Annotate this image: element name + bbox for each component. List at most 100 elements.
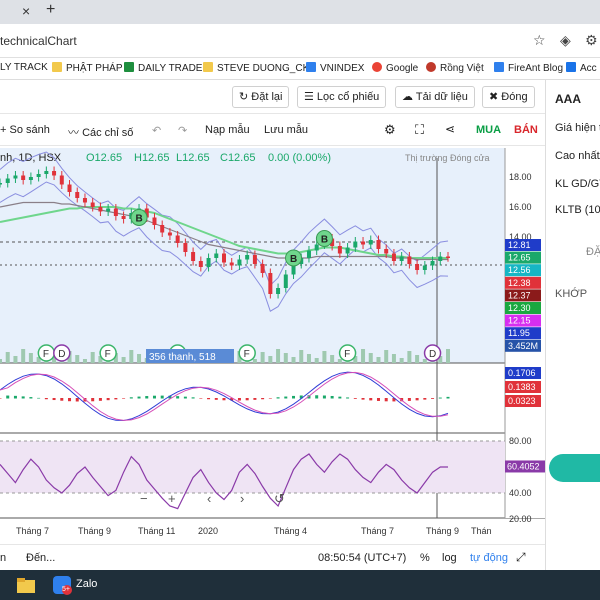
bookmark-item[interactable]: FireAnt Blog [494, 62, 563, 74]
extension-icon[interactable]: ⚙ [585, 32, 598, 49]
x-tick-label: Tháng 11 [138, 526, 175, 536]
macd-line [0, 371, 449, 422]
expand-icon[interactable]: ⤢ [516, 550, 526, 565]
url-text[interactable]: technicalChart [0, 34, 77, 48]
bookmark-item[interactable]: VNINDEX [306, 62, 364, 74]
candle-body [67, 184, 72, 192]
buy-button[interactable]: MUA [476, 124, 501, 136]
macd-histogram-bar [353, 398, 357, 399]
address-bar: technicalChart ☆ ◈ ⚙ [0, 24, 600, 58]
x-tick-label: 2020 [198, 526, 218, 536]
scroll-right-icon[interactable]: › [240, 491, 244, 506]
date-range-to[interactable]: Đến... [26, 552, 55, 564]
volume-bar [291, 357, 296, 363]
macd-histogram-bar [222, 398, 226, 401]
undo-icon[interactable]: ↶ [152, 124, 161, 137]
volume-value-label: KL GD/GT [555, 178, 600, 190]
macd-histogram-bar [338, 396, 342, 399]
volume-bar [322, 351, 327, 363]
price-label: 12.38 [508, 278, 531, 288]
refresh-icon: ↻ [239, 91, 252, 103]
load-template-button[interactable]: Nạp mẫu [205, 124, 250, 136]
rsi-tick-label: 80.00 [509, 436, 532, 446]
volume-bar [368, 353, 373, 363]
ohlc-change: 0.00 (0.00%) [268, 152, 331, 164]
candle-body [82, 198, 87, 203]
settings-gear-icon[interactable]: ⚙ [384, 122, 396, 138]
macd-histogram-bar [315, 395, 319, 399]
bookmark-item[interactable]: DAILY TRADE [124, 62, 202, 74]
ohlc-low: L12.65 [176, 152, 210, 164]
download-data-button[interactable]: ☁ Tải dữ liệu [395, 86, 475, 108]
chart-canvas[interactable]: nh, 1D, HSX O12.65 H12.65 L12.65 C12.65 … [0, 148, 545, 548]
macd-histogram-bar [129, 397, 133, 399]
scroll-left-icon[interactable]: ‹ [207, 491, 211, 506]
compare-button[interactable]: + So sánh [0, 124, 50, 136]
rsi-band-bg [0, 441, 505, 493]
share-icon[interactable]: ⋖ [445, 122, 455, 136]
macd-histogram-bar [75, 398, 79, 402]
bookmark-item[interactable]: STEVE DUONG_CK [203, 62, 309, 74]
candle-body [90, 202, 95, 207]
sell-button[interactable]: BÁN [514, 124, 538, 136]
bookmark-item[interactable]: Google [372, 62, 418, 74]
candle-body [75, 192, 80, 198]
main-pane-bg [0, 148, 505, 363]
chart-area[interactable]: nh, 1D, HSX O12.65 H12.65 L12.65 C12.65 … [0, 148, 545, 548]
price-label: 12.37 [508, 290, 531, 300]
range-start[interactable]: n [0, 552, 6, 564]
price-tick-label: 16.00 [509, 202, 532, 212]
macd-histogram-bar [145, 396, 149, 399]
candle-body [268, 273, 273, 294]
price-label: 3.452M [508, 341, 538, 351]
reset-view-icon[interactable]: ↺ [274, 491, 285, 506]
zoom-out-icon[interactable]: − [140, 491, 148, 506]
volume-bar [252, 359, 257, 363]
reset-button[interactable]: ↻ Đặt lại [232, 86, 290, 108]
auto-scale-toggle[interactable]: tự động [470, 552, 508, 564]
candle-body [384, 249, 389, 254]
bookmark-item[interactable]: Acc [566, 62, 597, 74]
macd-histogram-bar [245, 398, 249, 401]
buy-signal-label: B [321, 235, 328, 246]
cloud-download-icon: ☁ [402, 91, 416, 103]
volume-bar [407, 351, 412, 363]
close-tab-icon[interactable]: × [22, 3, 30, 19]
macd-histogram-bar [284, 396, 288, 399]
macd-histogram-bar [361, 398, 365, 400]
clock-time: 08:50:54 (UTC+7) [318, 552, 407, 564]
bookmark-item[interactable]: Rồng Việt [426, 62, 484, 74]
candle-body [59, 175, 64, 185]
macd-histogram-bar [268, 398, 272, 399]
log-scale-toggle[interactable]: log [442, 552, 457, 564]
folder-icon [203, 62, 213, 72]
stock-filter-button[interactable]: ☰ Lọc cổ phiếu [297, 86, 387, 108]
indicators-button[interactable]: 〰 Các chỉ số [68, 124, 133, 140]
volume-bar [391, 354, 396, 363]
close-button[interactable]: ✖ Đóng [482, 86, 535, 108]
order-action-button[interactable] [549, 454, 600, 482]
new-tab-icon[interactable]: + [46, 1, 55, 19]
macd-histogram-bar [191, 397, 195, 399]
shield-icon[interactable]: ◈ [560, 32, 571, 49]
candle-body [222, 253, 226, 263]
macd-histogram-bar [384, 398, 388, 402]
panel-symbol: AAA [555, 92, 581, 106]
star-icon[interactable]: ☆ [533, 32, 546, 49]
file-explorer-icon[interactable] [16, 576, 36, 594]
bookmark-item[interactable]: PHẬT PHÁP [52, 62, 123, 74]
redo-icon[interactable]: ↷ [178, 124, 187, 137]
x-tick-label: Tháng 9 [426, 526, 459, 536]
macd-histogram-bar [346, 397, 350, 399]
zalo-label[interactable]: Zalo [76, 578, 97, 590]
bookmark-item[interactable]: LY TRACK [0, 62, 48, 73]
fullscreen-icon[interactable]: ⛶ [415, 122, 424, 138]
volume-bar [137, 354, 142, 363]
volume-bar [283, 353, 288, 363]
percent-scale-toggle[interactable]: % [420, 552, 430, 564]
price-label: 12.30 [508, 303, 531, 313]
save-template-button[interactable]: Lưu mẫu [264, 124, 308, 136]
x-tick-label: Thán [471, 526, 492, 536]
zoom-in-icon[interactable]: + [168, 491, 176, 506]
event-marker-label: F [43, 349, 49, 360]
